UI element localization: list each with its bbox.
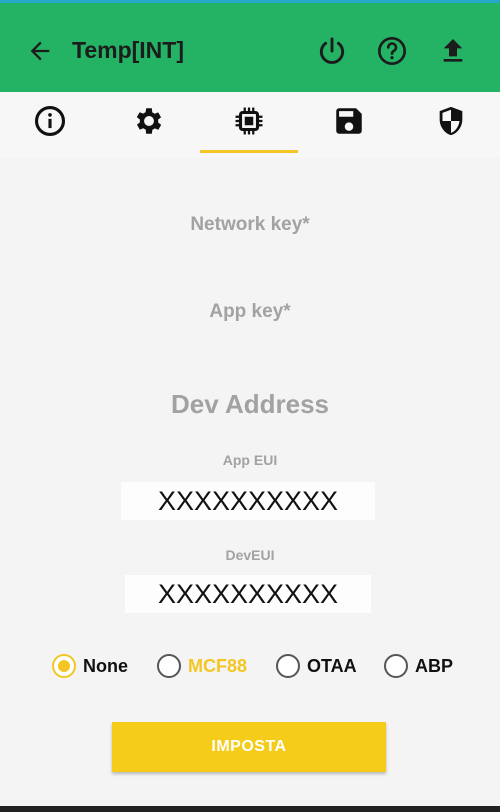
app-eui-label: App EUI <box>222 452 278 468</box>
tab-selected-indicator <box>200 150 298 153</box>
chip-icon[interactable] <box>232 104 266 138</box>
radio-otaa[interactable]: OTAA <box>276 648 357 684</box>
app-key-field[interactable]: App key* <box>0 301 500 323</box>
network-key-field[interactable]: Network key* <box>0 214 500 236</box>
app-bar: Temp[INT] <box>0 0 500 92</box>
shield-icon[interactable] <box>434 104 468 138</box>
radio-label-mcf88: MCF88 <box>188 655 248 676</box>
arrow-back-icon[interactable] <box>26 37 54 65</box>
help-icon[interactable] <box>376 35 408 67</box>
page-title: Temp[INT] <box>72 37 185 63</box>
dev-address-field[interactable]: Dev Address <box>0 389 500 420</box>
gear-icon[interactable] <box>132 104 166 138</box>
radio-none[interactable]: None <box>52 648 128 684</box>
radio-abp[interactable]: ABP <box>384 648 453 684</box>
radio-unchecked-indicator <box>276 654 300 678</box>
info-icon[interactable] <box>33 104 67 138</box>
mode-radio-group: None MCF88 OTAA ABP <box>0 648 500 688</box>
upload-icon[interactable] <box>437 35 469 67</box>
radio-label-none: None <box>83 655 128 676</box>
radio-checked-indicator <box>52 654 76 678</box>
app-eui-field[interactable]: XXXXXXXXXX <box>121 482 375 520</box>
radio-label-otaa: OTAA <box>307 655 357 676</box>
radio-unchecked-indicator <box>157 654 181 678</box>
tab-bar <box>0 92 500 158</box>
imposta-button[interactable]: IMPOSTA <box>112 722 386 772</box>
radio-label-abp: ABP <box>415 655 454 676</box>
dev-eui-field[interactable]: XXXXXXXXXX <box>125 575 371 613</box>
bottom-divider <box>0 806 500 812</box>
save-icon[interactable] <box>332 104 366 138</box>
dev-eui-label: DevEUI <box>225 547 275 563</box>
radio-unchecked-indicator <box>384 654 408 678</box>
radio-mcf88[interactable]: MCF88 <box>157 648 247 684</box>
power-icon[interactable] <box>316 35 348 67</box>
